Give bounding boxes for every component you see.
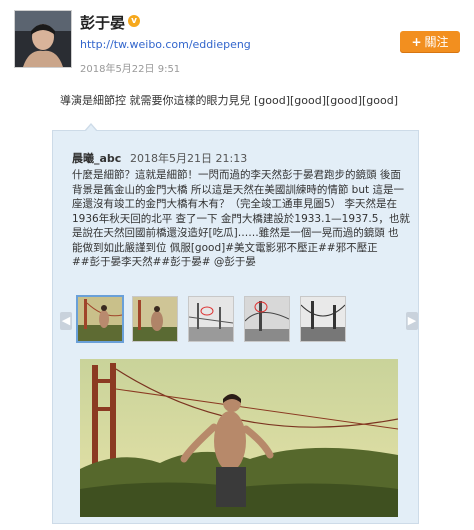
profile-url-link[interactable]: http://tw.weibo.com/eddiepeng [80,38,251,51]
post-timestamp[interactable]: 2018年5月22日 9:51 [80,60,180,75]
repost-text-line: 背景是舊金山的金門大橋 所以這是天然在美國訓練時的情節 but 這是一 [72,183,404,196]
repost-text-line: 能做到如此嚴謹到位 佩服[good]#美文電影邪不壓正##邪不壓正 [72,241,378,254]
verified-badge-icon: v [128,15,140,27]
repost-text-line: 座還沒有竣工的金門大橋有木有？（完全竣工通車見圖5） 李天然是在 [72,198,398,210]
repost-text-line: ##彭于晏李天然##彭于晏# @彭于晏 [72,256,256,268]
repost-author-link[interactable]: 晨曦_abc [72,150,121,166]
repost-timestamp[interactable]: 2018年5月21日 21:13 [130,150,247,166]
gallery-thumbnail[interactable] [300,296,346,342]
repost-text: 什麼是細節？這就是細節！一閃而過的李天然彭于晏君跑步的鏡頭 後面 背景是舊金山的… [72,168,412,270]
gallery-thumbnail[interactable] [244,296,290,342]
gallery-thumbnail[interactable] [188,296,234,342]
gallery-thumbnail[interactable] [132,296,178,342]
repost-text-line: 是說在天然回國前橋還沒造好[吃瓜]……雖然是一個一晃而過的鏡頭 也 [72,227,399,239]
post-header: 彭于晏 v http://tw.weibo.com/eddiepeng 2018… [0,0,474,84]
gallery-thumbnail[interactable] [76,295,124,343]
repost-text-line: 什麼是細節？這就是細節！一閃而過的李天然彭于晏君跑步的鏡頭 後面 [72,169,401,181]
gallery-next-icon[interactable]: ▶ [406,312,418,330]
image-gallery-strip: ◀ ▶ [60,295,420,346]
repost-pointer-fill [85,125,97,132]
expanded-photo[interactable] [80,359,398,517]
follow-button[interactable]: + 關注 [400,31,460,53]
username[interactable]: 彭于晏 [80,12,125,33]
plus-icon: + [411,35,422,49]
avatar[interactable] [14,10,72,68]
repost-text-line: 1936年秋天回的北平 查了一下 金門大橋建設於1933.1—1937.5，也就 [72,212,410,225]
gallery-prev-icon[interactable]: ◀ [60,312,72,330]
follow-button-label: 關注 [424,35,449,49]
post-text: 導演是細節控 就需要你這樣的眼力見兒 [good][good][good][go… [60,94,399,107]
